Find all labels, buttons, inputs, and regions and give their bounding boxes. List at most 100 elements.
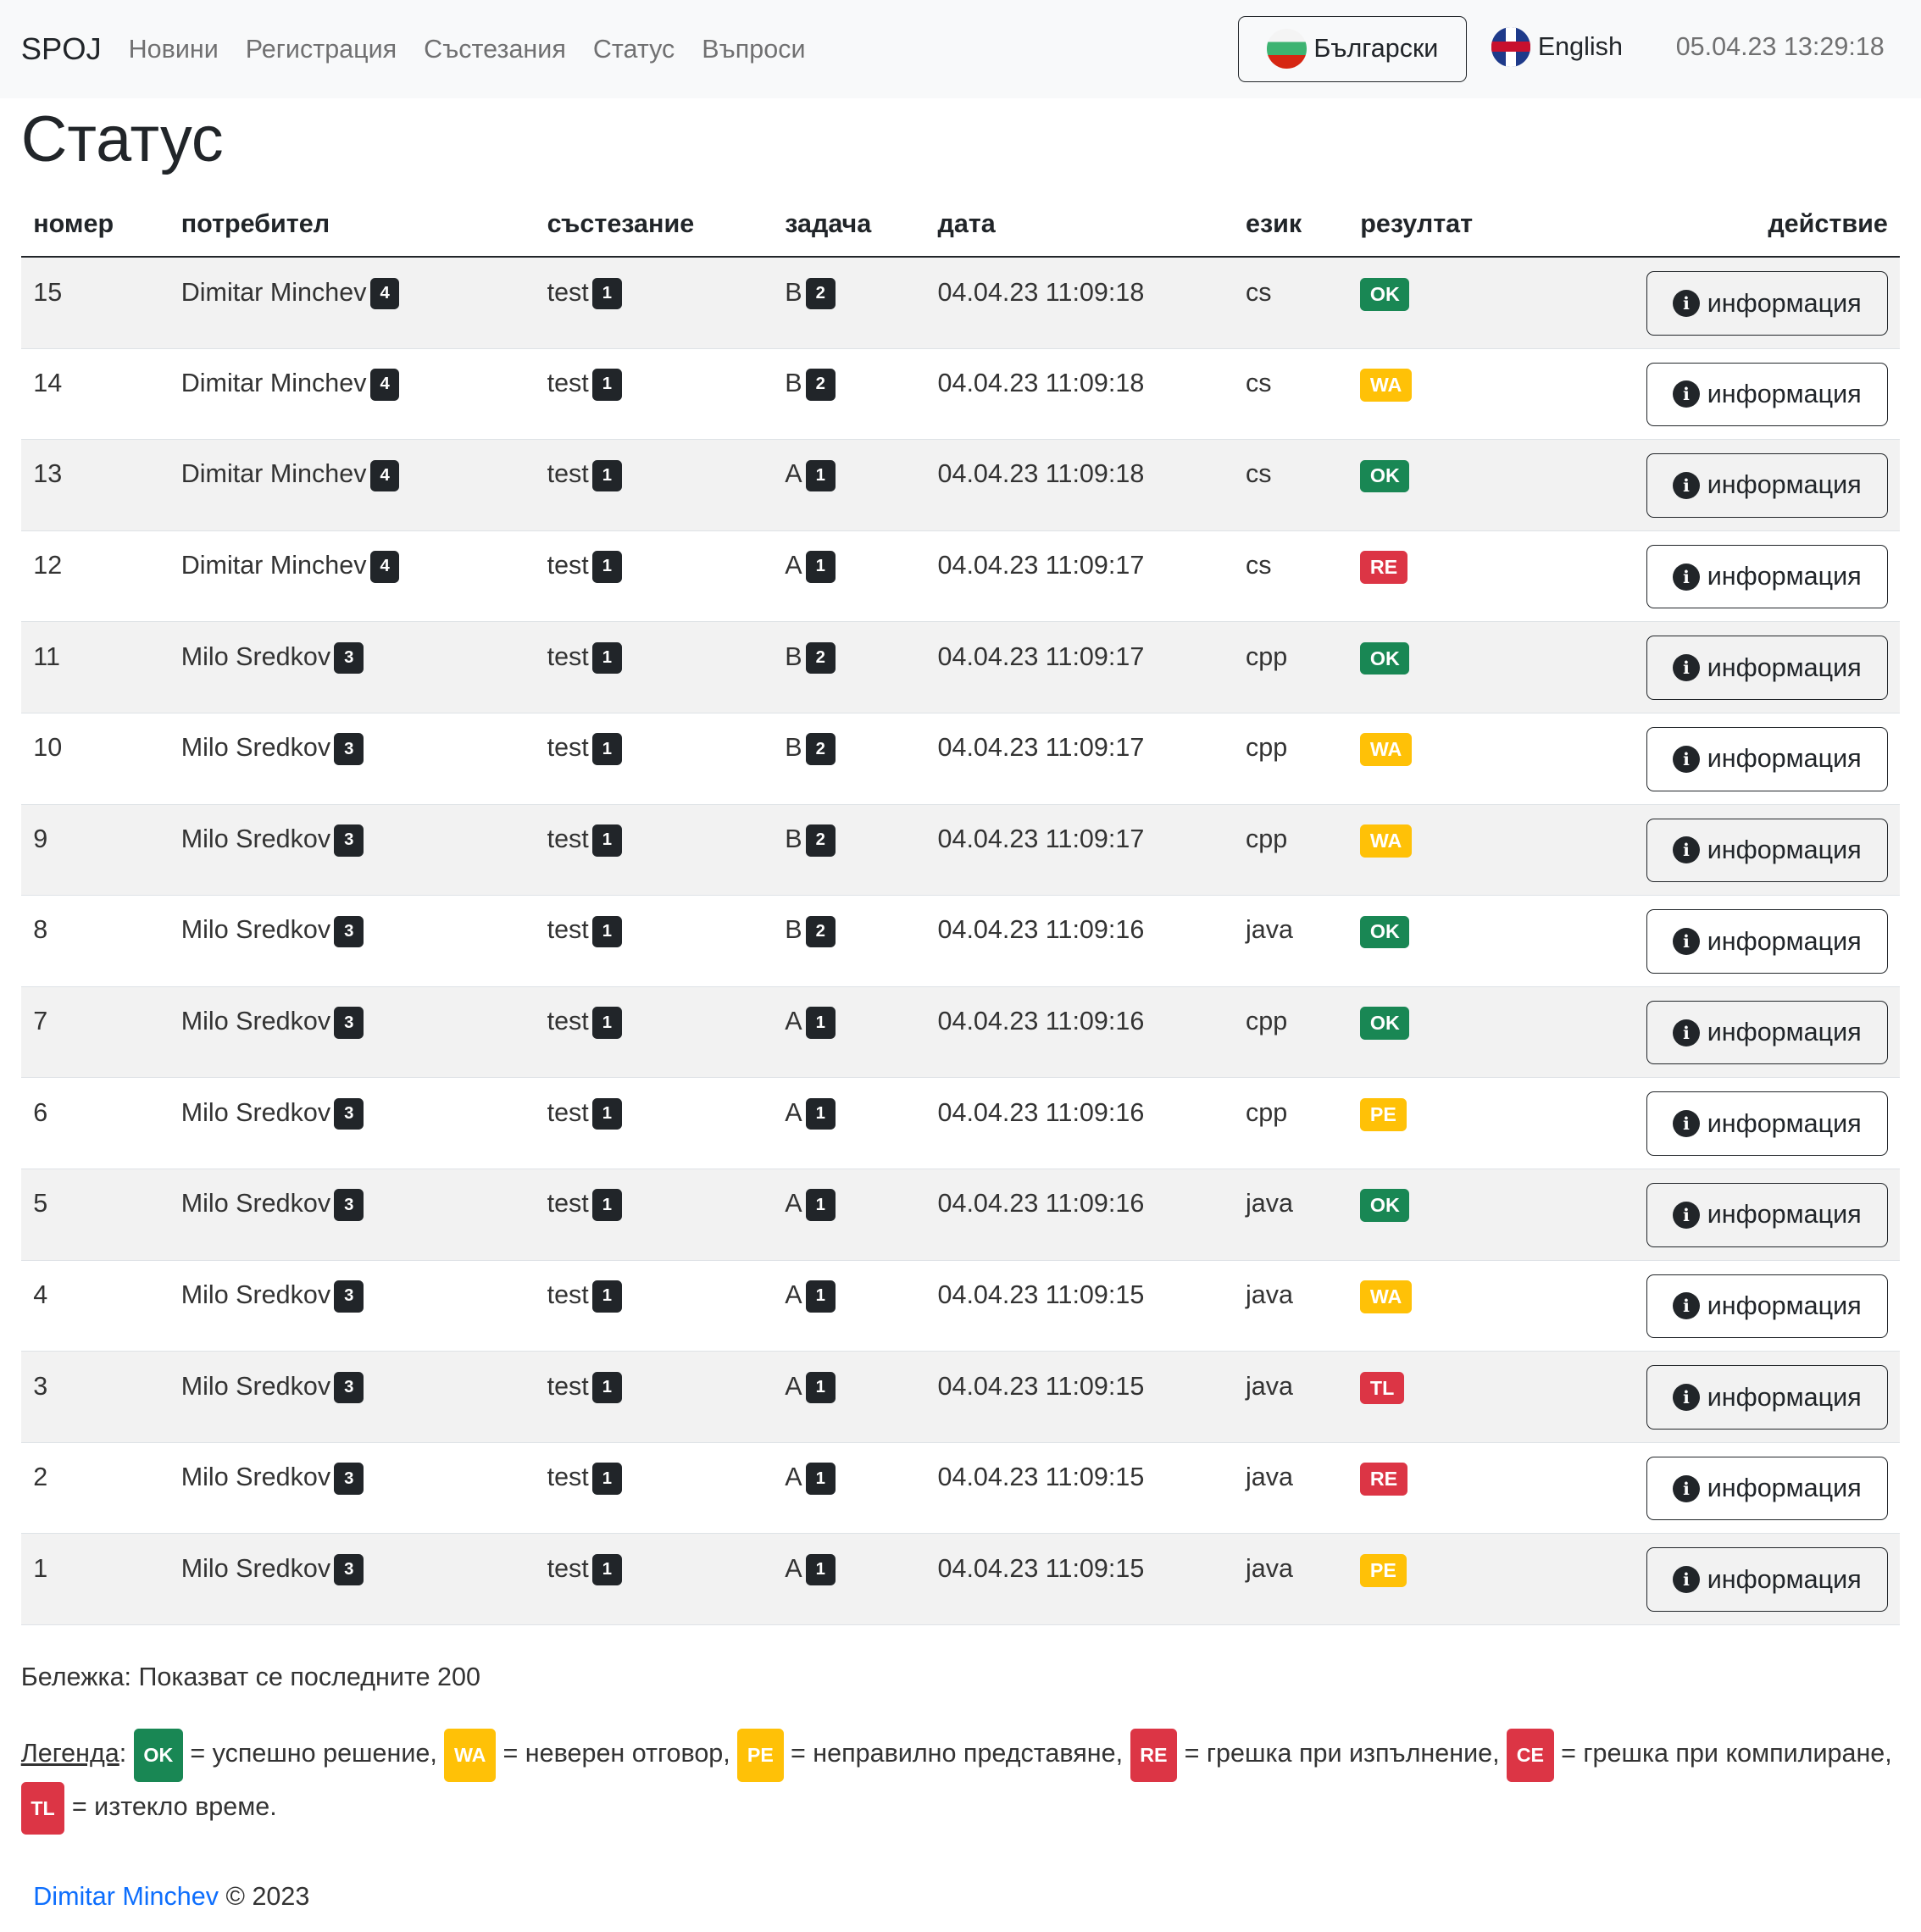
nav-registration[interactable]: Регистрация [246, 35, 397, 64]
task-name[interactable]: A [785, 1280, 802, 1309]
legend-badge-re: RE [1130, 1729, 1178, 1782]
user-cell: Milo Sredkov 3 [169, 1077, 536, 1170]
info-button[interactable]: i информация [1646, 1183, 1888, 1247]
info-button[interactable]: i информация [1646, 1547, 1888, 1613]
info-button[interactable]: i информация [1646, 271, 1888, 336]
user-name[interactable]: Milo Sredkov [181, 733, 330, 762]
user-name[interactable]: Milo Sredkov [181, 1463, 330, 1491]
task-name[interactable]: A [785, 1189, 802, 1218]
contest-name[interactable]: test [547, 824, 589, 853]
contest-name[interactable]: test [547, 459, 589, 488]
task-name[interactable]: B [785, 824, 802, 853]
contest-name[interactable]: test [547, 1007, 589, 1035]
task-name[interactable]: A [785, 1463, 802, 1491]
contest-name[interactable]: test [547, 733, 589, 762]
info-button[interactable]: i информация [1646, 1274, 1888, 1339]
task-name[interactable]: A [785, 1372, 802, 1401]
result-badge: OK [1360, 277, 1410, 311]
task-name[interactable]: B [785, 733, 802, 762]
user-name[interactable]: Milo Sredkov [181, 1007, 330, 1035]
user-name[interactable]: Milo Sredkov [181, 824, 330, 853]
contest-name[interactable]: test [547, 642, 589, 671]
submission-date: 04.04.23 11:09:16 [924, 895, 1234, 987]
task-name[interactable]: B [785, 642, 802, 671]
info-button[interactable]: i информация [1646, 1000, 1888, 1065]
author-link[interactable]: Dimitar Minchev [33, 1882, 219, 1911]
language-english-link[interactable]: English [1491, 26, 1623, 67]
action-cell: i информация [1535, 1260, 1901, 1352]
result-badge: OK [1360, 1189, 1410, 1223]
user-name[interactable]: Dimitar Minchev [181, 459, 367, 488]
info-button[interactable]: i информация [1646, 909, 1888, 974]
info-icon: i [1672, 1474, 1700, 1502]
info-icon: i [1672, 1019, 1700, 1046]
task-count-badge: 1 [805, 459, 836, 492]
contest-name[interactable]: test [547, 369, 589, 397]
contest-name[interactable]: test [547, 1554, 589, 1583]
action-cell: i информация [1535, 1077, 1901, 1170]
info-button[interactable]: i информация [1646, 362, 1888, 427]
contest-name[interactable]: test [547, 1189, 589, 1218]
table-row: 2 Milo Sredkov 3 test 1 A1 04.04.23 11:09:… [20, 1442, 1901, 1535]
nav-contests[interactable]: Състезания [424, 35, 566, 64]
result-badge: OK [1360, 641, 1410, 675]
contest-name[interactable]: test [547, 1098, 589, 1127]
task-name[interactable]: B [785, 369, 802, 397]
contest-name[interactable]: test [547, 915, 589, 944]
submission-language: cs [1233, 530, 1348, 623]
info-button[interactable]: i информация [1646, 818, 1888, 883]
navbar: SPOJ Новини Регистрация Състезания Стату… [0, 0, 1921, 99]
contest-name[interactable]: test [547, 278, 589, 307]
user-name[interactable]: Dimitar Minchev [181, 278, 367, 307]
submission-id: 8 [20, 895, 169, 987]
task-count-badge: 1 [805, 1553, 836, 1586]
contest-name[interactable]: test [547, 1280, 589, 1309]
task-name[interactable]: A [785, 1007, 802, 1035]
action-cell: i информация [1535, 1169, 1901, 1261]
task-name[interactable]: A [785, 1098, 802, 1127]
contest-name[interactable]: test [547, 1372, 589, 1401]
info-button[interactable]: i информация [1646, 1365, 1888, 1430]
contest-cell: test 1 [535, 439, 773, 531]
nav-questions[interactable]: Въпроси [702, 35, 805, 64]
contest-cell: test 1 [535, 1169, 773, 1261]
info-button[interactable]: i информация [1646, 726, 1888, 791]
task-count-badge: 1 [805, 1280, 836, 1313]
legend-badge-pe: PE [737, 1729, 784, 1782]
contest-name[interactable]: test [547, 551, 589, 580]
table-header: номер потребител състезание задача дата … [20, 192, 1901, 258]
col-number: номер [20, 192, 169, 258]
brand-logo[interactable]: SPOJ [21, 31, 102, 67]
task-name[interactable]: A [785, 1554, 802, 1583]
user-name[interactable]: Milo Sredkov [181, 915, 330, 944]
result-badge: OK [1360, 915, 1410, 949]
legend-badge-ok: OK [133, 1729, 183, 1782]
user-name[interactable]: Milo Sredkov [181, 642, 330, 671]
task-name[interactable]: B [785, 278, 802, 307]
info-button[interactable]: i информация [1646, 1456, 1888, 1521]
info-label: информация [1707, 1474, 1862, 1503]
submission-language: java [1233, 1442, 1348, 1535]
user-name[interactable]: Milo Sredkov [181, 1280, 330, 1309]
result-cell: OK [1347, 621, 1536, 713]
task-count-badge: 2 [805, 368, 836, 401]
user-name[interactable]: Dimitar Minchev [181, 369, 367, 397]
nav-news[interactable]: Новини [129, 35, 219, 64]
user-name[interactable]: Milo Sredkov [181, 1372, 330, 1401]
user-name[interactable]: Milo Sredkov [181, 1098, 330, 1127]
col-date: дата [924, 192, 1234, 258]
language-bulgarian-button[interactable]: Български [1238, 15, 1468, 82]
task-name[interactable]: B [785, 915, 802, 944]
task-name[interactable]: A [785, 459, 802, 488]
action-cell: i информация [1535, 895, 1901, 987]
info-button[interactable]: i информация [1646, 544, 1888, 609]
user-name[interactable]: Dimitar Minchev [181, 551, 367, 580]
nav-status[interactable]: Статус [593, 35, 675, 64]
task-name[interactable]: A [785, 551, 802, 580]
info-button[interactable]: i информация [1646, 1091, 1888, 1157]
user-name[interactable]: Milo Sredkov [181, 1554, 330, 1583]
user-name[interactable]: Milo Sredkov [181, 1189, 330, 1218]
info-button[interactable]: i информация [1646, 636, 1888, 700]
info-button[interactable]: i информация [1646, 453, 1888, 518]
contest-name[interactable]: test [547, 1463, 589, 1491]
